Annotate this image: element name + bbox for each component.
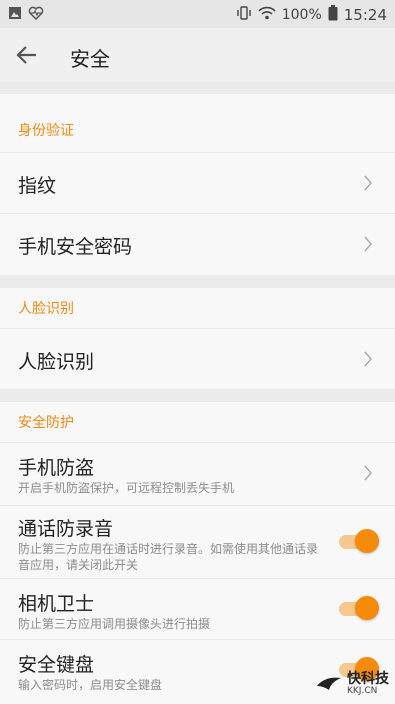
item-description: 防止第三方应用在通话时进行录音。如需使用其他通话录音应用，请关闭此开关 (18, 542, 319, 572)
back-arrow-icon[interactable] (14, 42, 40, 68)
call-anti-record-item: 通话防录音 防止第三方应用在通话时进行录音。如需使用其他通话录音应用，请关闭此开… (0, 506, 395, 579)
watermark: 快科技 KKJ.CN (315, 672, 389, 696)
item-label: 手机防盗 (18, 457, 95, 479)
section-identity: 身份验证 指纹 手机安全密码 (0, 94, 395, 275)
watermark-text: 快科技 (347, 671, 389, 687)
battery-percent: 100% (281, 7, 322, 23)
section-title: 身份验证 (18, 123, 74, 139)
item-label: 手机安全密码 (18, 236, 133, 258)
anti-theft-item[interactable]: 手机防盗 开启手机防盗保护，可远程控制丢失手机 (0, 443, 395, 506)
item-label: 指纹 (18, 175, 57, 197)
section-face: 人脸识别 人脸识别 (0, 288, 395, 389)
security-password-item[interactable]: 手机安全密码 (0, 214, 395, 275)
app-bar: 安全 (0, 28, 395, 83)
chevron-right-icon (363, 465, 373, 481)
status-bar: 100% 15:24 (0, 0, 395, 28)
toggle-knob (355, 596, 379, 620)
section-header: 身份验证 (0, 94, 395, 153)
camera-guard-item: 相机卫士 防止第三方应用调用摄像头进行拍摄 (0, 579, 395, 640)
heart-monitor-icon (28, 6, 44, 24)
clock: 15:24 (343, 6, 387, 24)
section-title: 人脸识别 (18, 301, 74, 317)
toggle-knob (355, 529, 379, 553)
section-title: 安全防护 (18, 415, 74, 431)
item-description: 防止第三方应用调用摄像头进行拍摄 (18, 617, 211, 631)
watermark-sub: KKJ.CN (347, 686, 378, 696)
chevron-right-icon (363, 175, 373, 191)
vibrate-icon (236, 6, 252, 24)
settings-list: 身份验证 指纹 手机安全密码 人脸识别 人脸识别 安全防护 手机防盗 开启手机防… (0, 82, 395, 704)
face-recognition-item[interactable]: 人脸识别 (0, 329, 395, 389)
section-header: 人脸识别 (0, 288, 395, 329)
item-label: 安全键盘 (18, 654, 95, 676)
page-title: 安全 (70, 47, 110, 71)
section-protection: 安全防护 手机防盗 开启手机防盗保护，可远程控制丢失手机 通话防录音 防止第三方… (0, 402, 395, 704)
camera-guard-toggle[interactable] (339, 596, 379, 620)
image-icon (8, 6, 22, 24)
section-header: 安全防护 (0, 402, 395, 443)
divider (0, 389, 395, 402)
item-description: 开启手机防盗保护，可远程控制丢失手机 (18, 481, 235, 495)
chevron-right-icon (363, 236, 373, 252)
battery-icon (328, 5, 338, 25)
watermark-logo-icon (317, 677, 341, 690)
divider (0, 275, 395, 288)
chevron-right-icon (363, 351, 373, 367)
call-anti-record-toggle[interactable] (339, 529, 379, 553)
wifi-icon (258, 6, 276, 24)
item-label: 通话防录音 (18, 518, 114, 540)
fingerprint-item[interactable]: 指纹 (0, 153, 395, 214)
divider (0, 82, 395, 94)
item-description: 输入密码时，启用安全键盘 (18, 678, 163, 692)
item-label: 人脸识别 (18, 351, 95, 373)
item-label: 相机卫士 (18, 593, 95, 615)
